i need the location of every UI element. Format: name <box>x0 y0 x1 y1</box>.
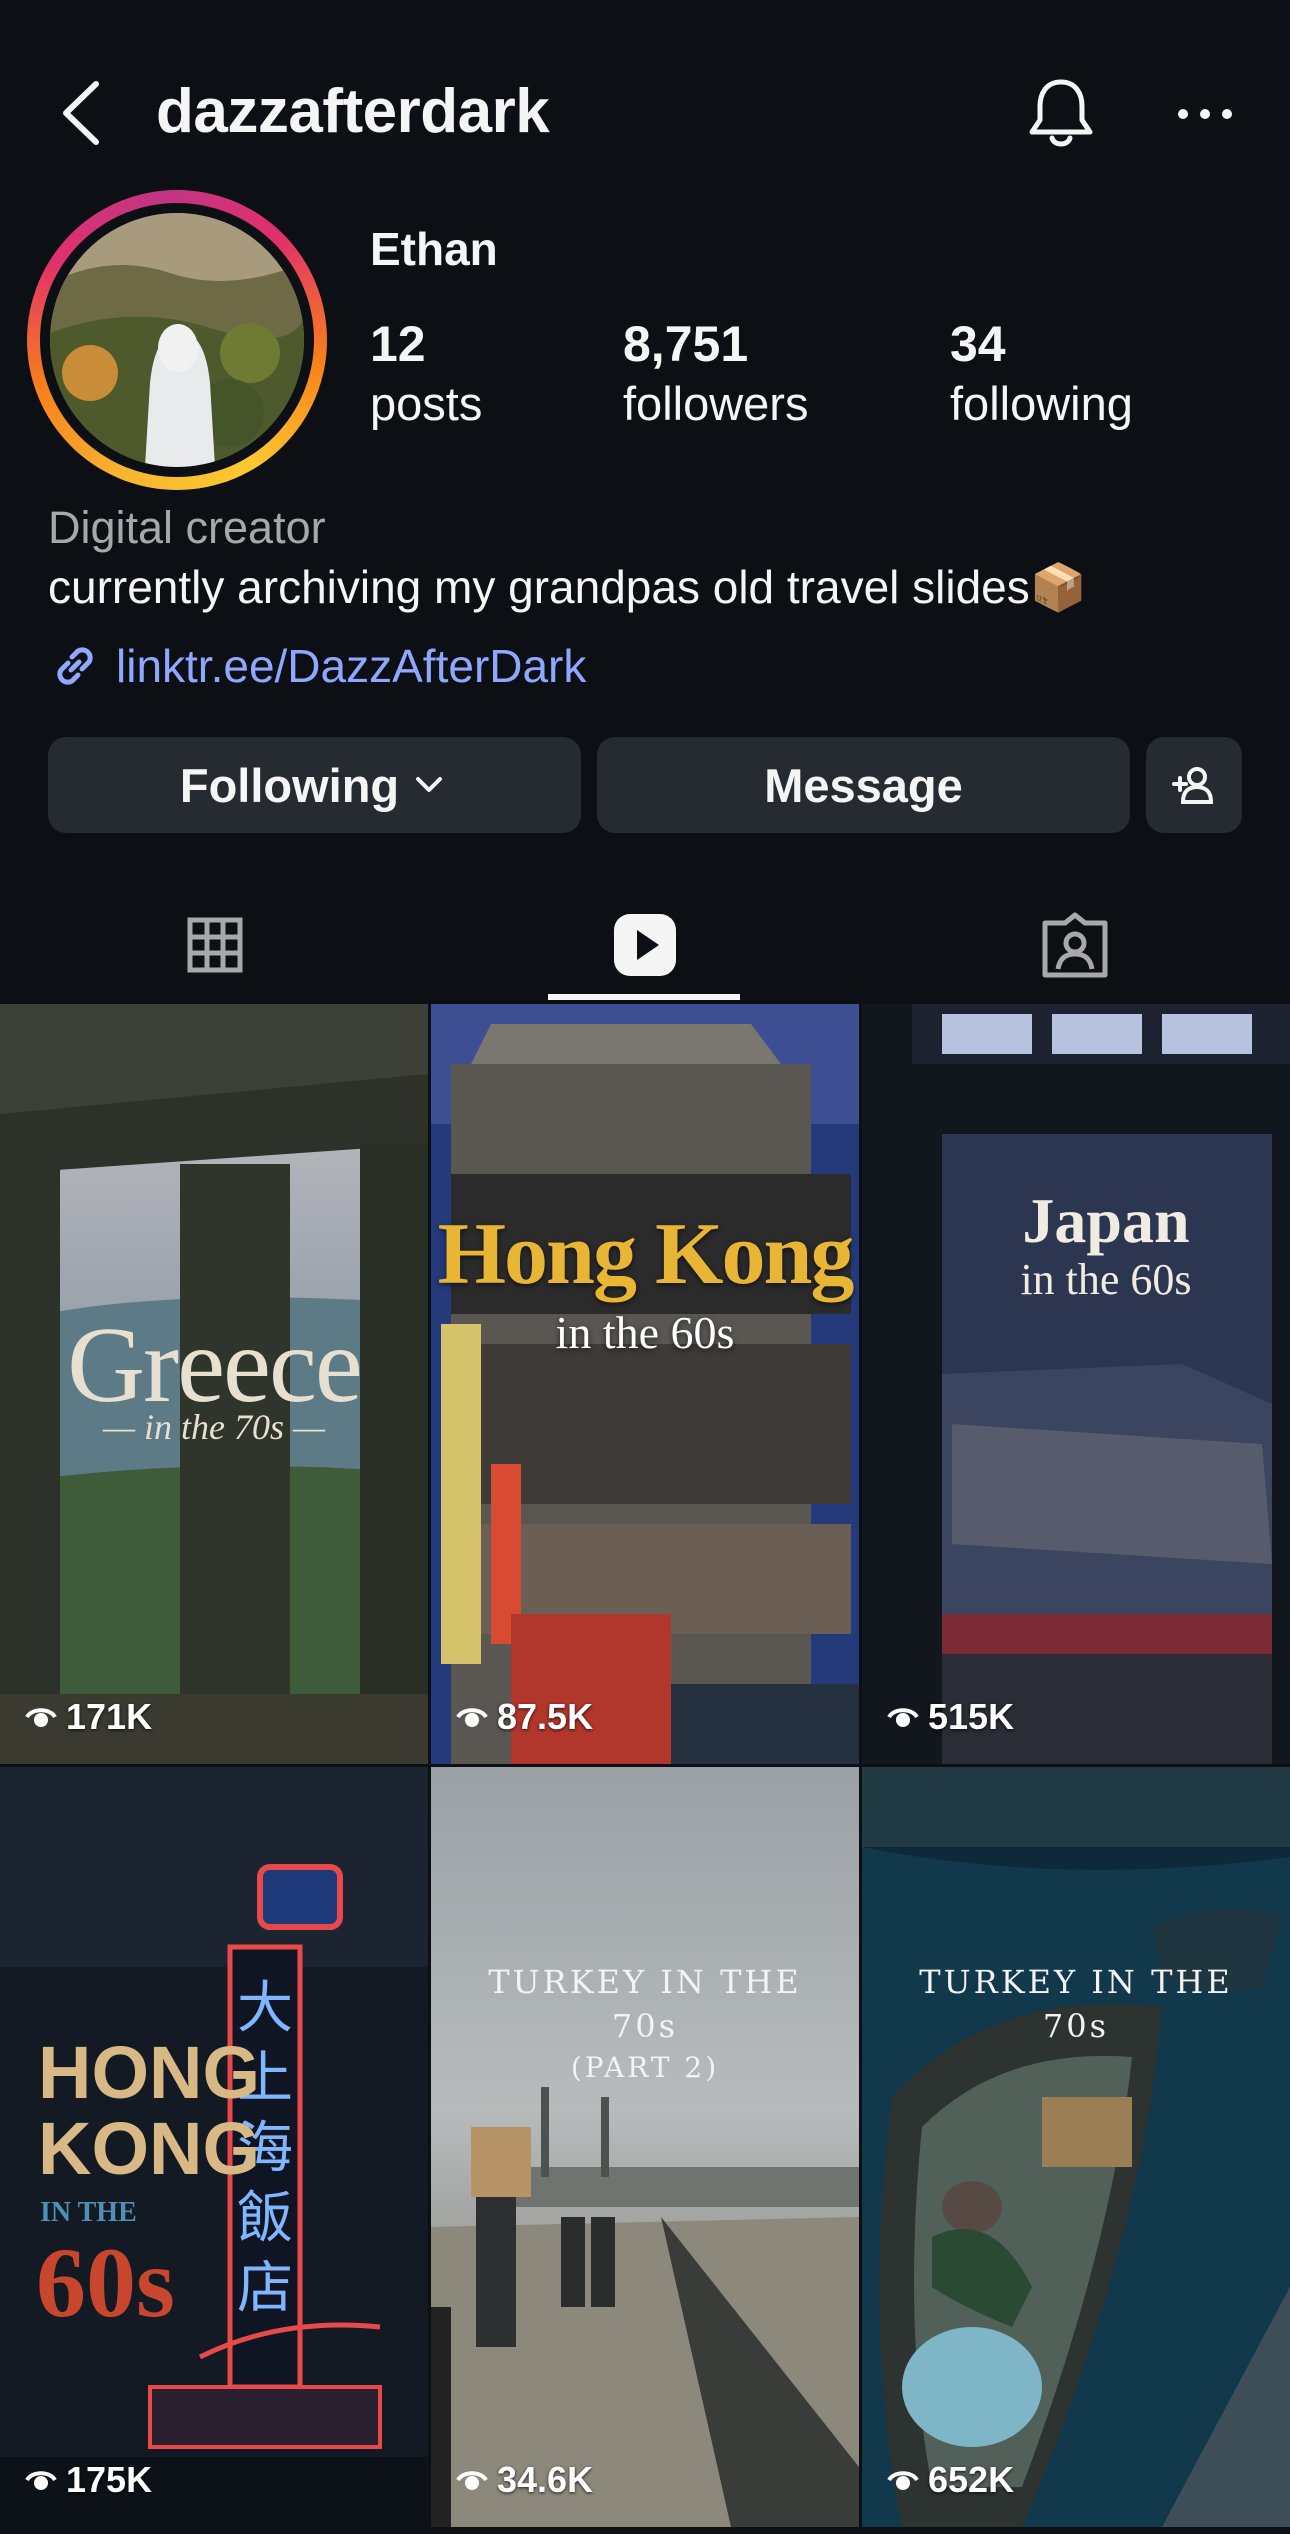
grid-icon <box>187 917 243 973</box>
profile-link[interactable]: linktr.ee/DazzAfterDark <box>48 636 586 696</box>
followers-count[interactable]: 8,751 followers <box>623 314 808 434</box>
posts-count[interactable]: 12 posts <box>370 314 482 434</box>
eye-icon <box>25 2471 57 2490</box>
profile-link-text[interactable]: linktr.ee/DazzAfterDark <box>116 639 586 693</box>
suggested-users-button[interactable] <box>1146 737 1242 833</box>
bell-icon <box>1029 79 1093 147</box>
view-count-value: 515K <box>928 1696 1015 1737</box>
reel-tile-turkey-part-2[interactable]: TURKEY IN THE 70s (PART 2) 34.6K <box>431 1767 859 2527</box>
svg-text:飯: 飯 <box>237 2186 293 2251</box>
tab-reels[interactable] <box>430 885 860 1005</box>
stat-value: 8,751 <box>623 316 749 372</box>
reel-part-label: (PART 2) <box>570 2051 720 2084</box>
stat-label: posts <box>370 377 483 430</box>
reel-tile-turkey[interactable]: TURKEY IN THE 70s 652K <box>862 1767 1290 2527</box>
reel-tile-japan[interactable]: Japan in the 60s 515K <box>862 1004 1290 1764</box>
more-options-button[interactable] <box>1170 86 1240 142</box>
profile-category: Digital creator <box>48 502 326 553</box>
view-count-value: 175K <box>66 2459 153 2500</box>
notifications-button[interactable] <box>1020 72 1102 154</box>
view-count-value: 652K <box>928 2459 1015 2500</box>
message-button-label: Message <box>764 758 963 812</box>
reel-title: Hong Kong <box>437 1206 855 1303</box>
profile-bio: currently archiving my grandpas old trav… <box>48 561 1088 613</box>
svg-text:店: 店 <box>237 2256 293 2321</box>
more-horizontal-icon <box>1178 109 1232 119</box>
eye-icon <box>887 2471 919 2490</box>
view-count: 34.6K <box>455 2459 593 2501</box>
add-person-icon <box>1172 767 1214 804</box>
reels-icon <box>614 914 676 976</box>
following-button[interactable]: Following <box>48 737 581 833</box>
reel-subtitle: in the 60s <box>1020 1255 1192 1304</box>
reel-title-number: 60s <box>36 2227 175 2338</box>
stat-value: 34 <box>950 316 1006 372</box>
stat-value: 12 <box>370 316 426 372</box>
reel-subtitle: — in the 70s — <box>102 1407 325 1447</box>
eye-icon <box>25 1708 57 1727</box>
message-button[interactable]: Message <box>597 737 1130 833</box>
view-count: 515K <box>886 1696 1014 1738</box>
view-count: 87.5K <box>455 1696 593 1738</box>
view-count-value: 171K <box>66 1696 153 1737</box>
view-count-value: 34.6K <box>497 2459 594 2500</box>
tab-tagged[interactable] <box>860 885 1290 1005</box>
display-name: Ethan <box>370 223 498 275</box>
active-tab-indicator <box>548 994 740 1000</box>
reel-title: TURKEY IN THE <box>488 1963 802 2001</box>
eye-icon <box>456 1708 488 1727</box>
reel-tile-hong-kong-neon[interactable]: 大 上 海 飯 店 HONG KONG IN THE 60s 175K <box>0 1767 428 2527</box>
reel-subtitle: 70s <box>611 2007 679 2045</box>
stat-label: following <box>950 377 1133 430</box>
reel-title: TURKEY IN THE <box>919 1963 1233 2001</box>
tagged-icon <box>1042 912 1108 978</box>
reel-tile-hong-kong[interactable]: Hong Kong in the 60s 87.5K <box>431 1004 859 1764</box>
reel-tile-greece[interactable]: Greece — in the 70s — 171K <box>0 1004 428 1764</box>
chevron-left-icon <box>63 81 99 145</box>
following-count[interactable]: 34 following <box>950 314 1133 434</box>
reel-subtitle: 70s <box>1042 2007 1110 2045</box>
avatar[interactable] <box>50 213 304 467</box>
reel-title: Japan <box>1022 1185 1190 1256</box>
chevron-down-icon <box>416 777 443 792</box>
reel-subtitle: in the 60s <box>555 1307 735 1358</box>
back-button[interactable] <box>48 78 118 148</box>
eye-icon <box>887 1708 919 1727</box>
stat-label: followers <box>623 377 809 430</box>
view-count-value: 87.5K <box>497 1696 594 1737</box>
view-count: 171K <box>24 1696 152 1738</box>
following-button-label: Following <box>179 758 400 812</box>
tab-posts[interactable] <box>0 885 430 1005</box>
view-count: 652K <box>886 2459 1014 2501</box>
eye-icon <box>456 2471 488 2490</box>
link-icon <box>57 647 93 685</box>
reel-title: HONG KONG <box>38 2031 260 2190</box>
view-count: 175K <box>24 2459 152 2501</box>
profile-username: dazzafterdark <box>156 77 550 146</box>
